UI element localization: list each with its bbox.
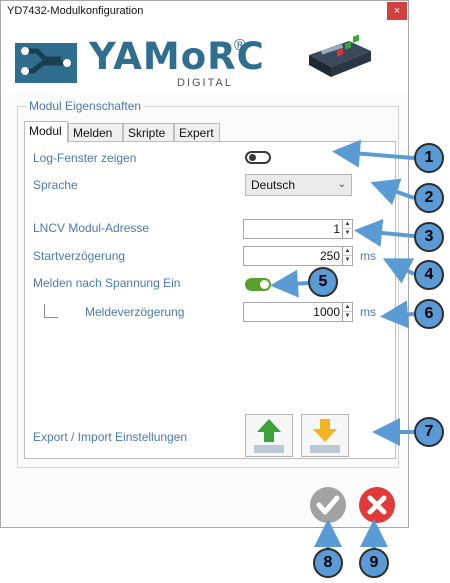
callout-4: 4 <box>414 260 444 290</box>
callout-arrow-6 <box>380 300 415 329</box>
tab-modul[interactable]: Modul <box>24 121 68 143</box>
callout-arrow-2 <box>370 178 415 205</box>
callout-5: 5 <box>308 267 338 297</box>
callout-9: 9 <box>359 548 389 578</box>
callout-arrow-5 <box>270 269 309 298</box>
callout-arrow-3 <box>354 218 415 247</box>
callout-arrows <box>270 139 415 548</box>
callout-arrow-1 <box>332 139 415 168</box>
callout-arrow-4 <box>382 258 415 284</box>
callout-3: 3 <box>414 222 444 252</box>
callout-2: 2 <box>414 183 444 213</box>
callout-8: 8 <box>313 548 343 578</box>
callout-6: 6 <box>414 299 444 329</box>
callout-1: 1 <box>414 143 444 173</box>
callout-7: 7 <box>414 417 444 447</box>
